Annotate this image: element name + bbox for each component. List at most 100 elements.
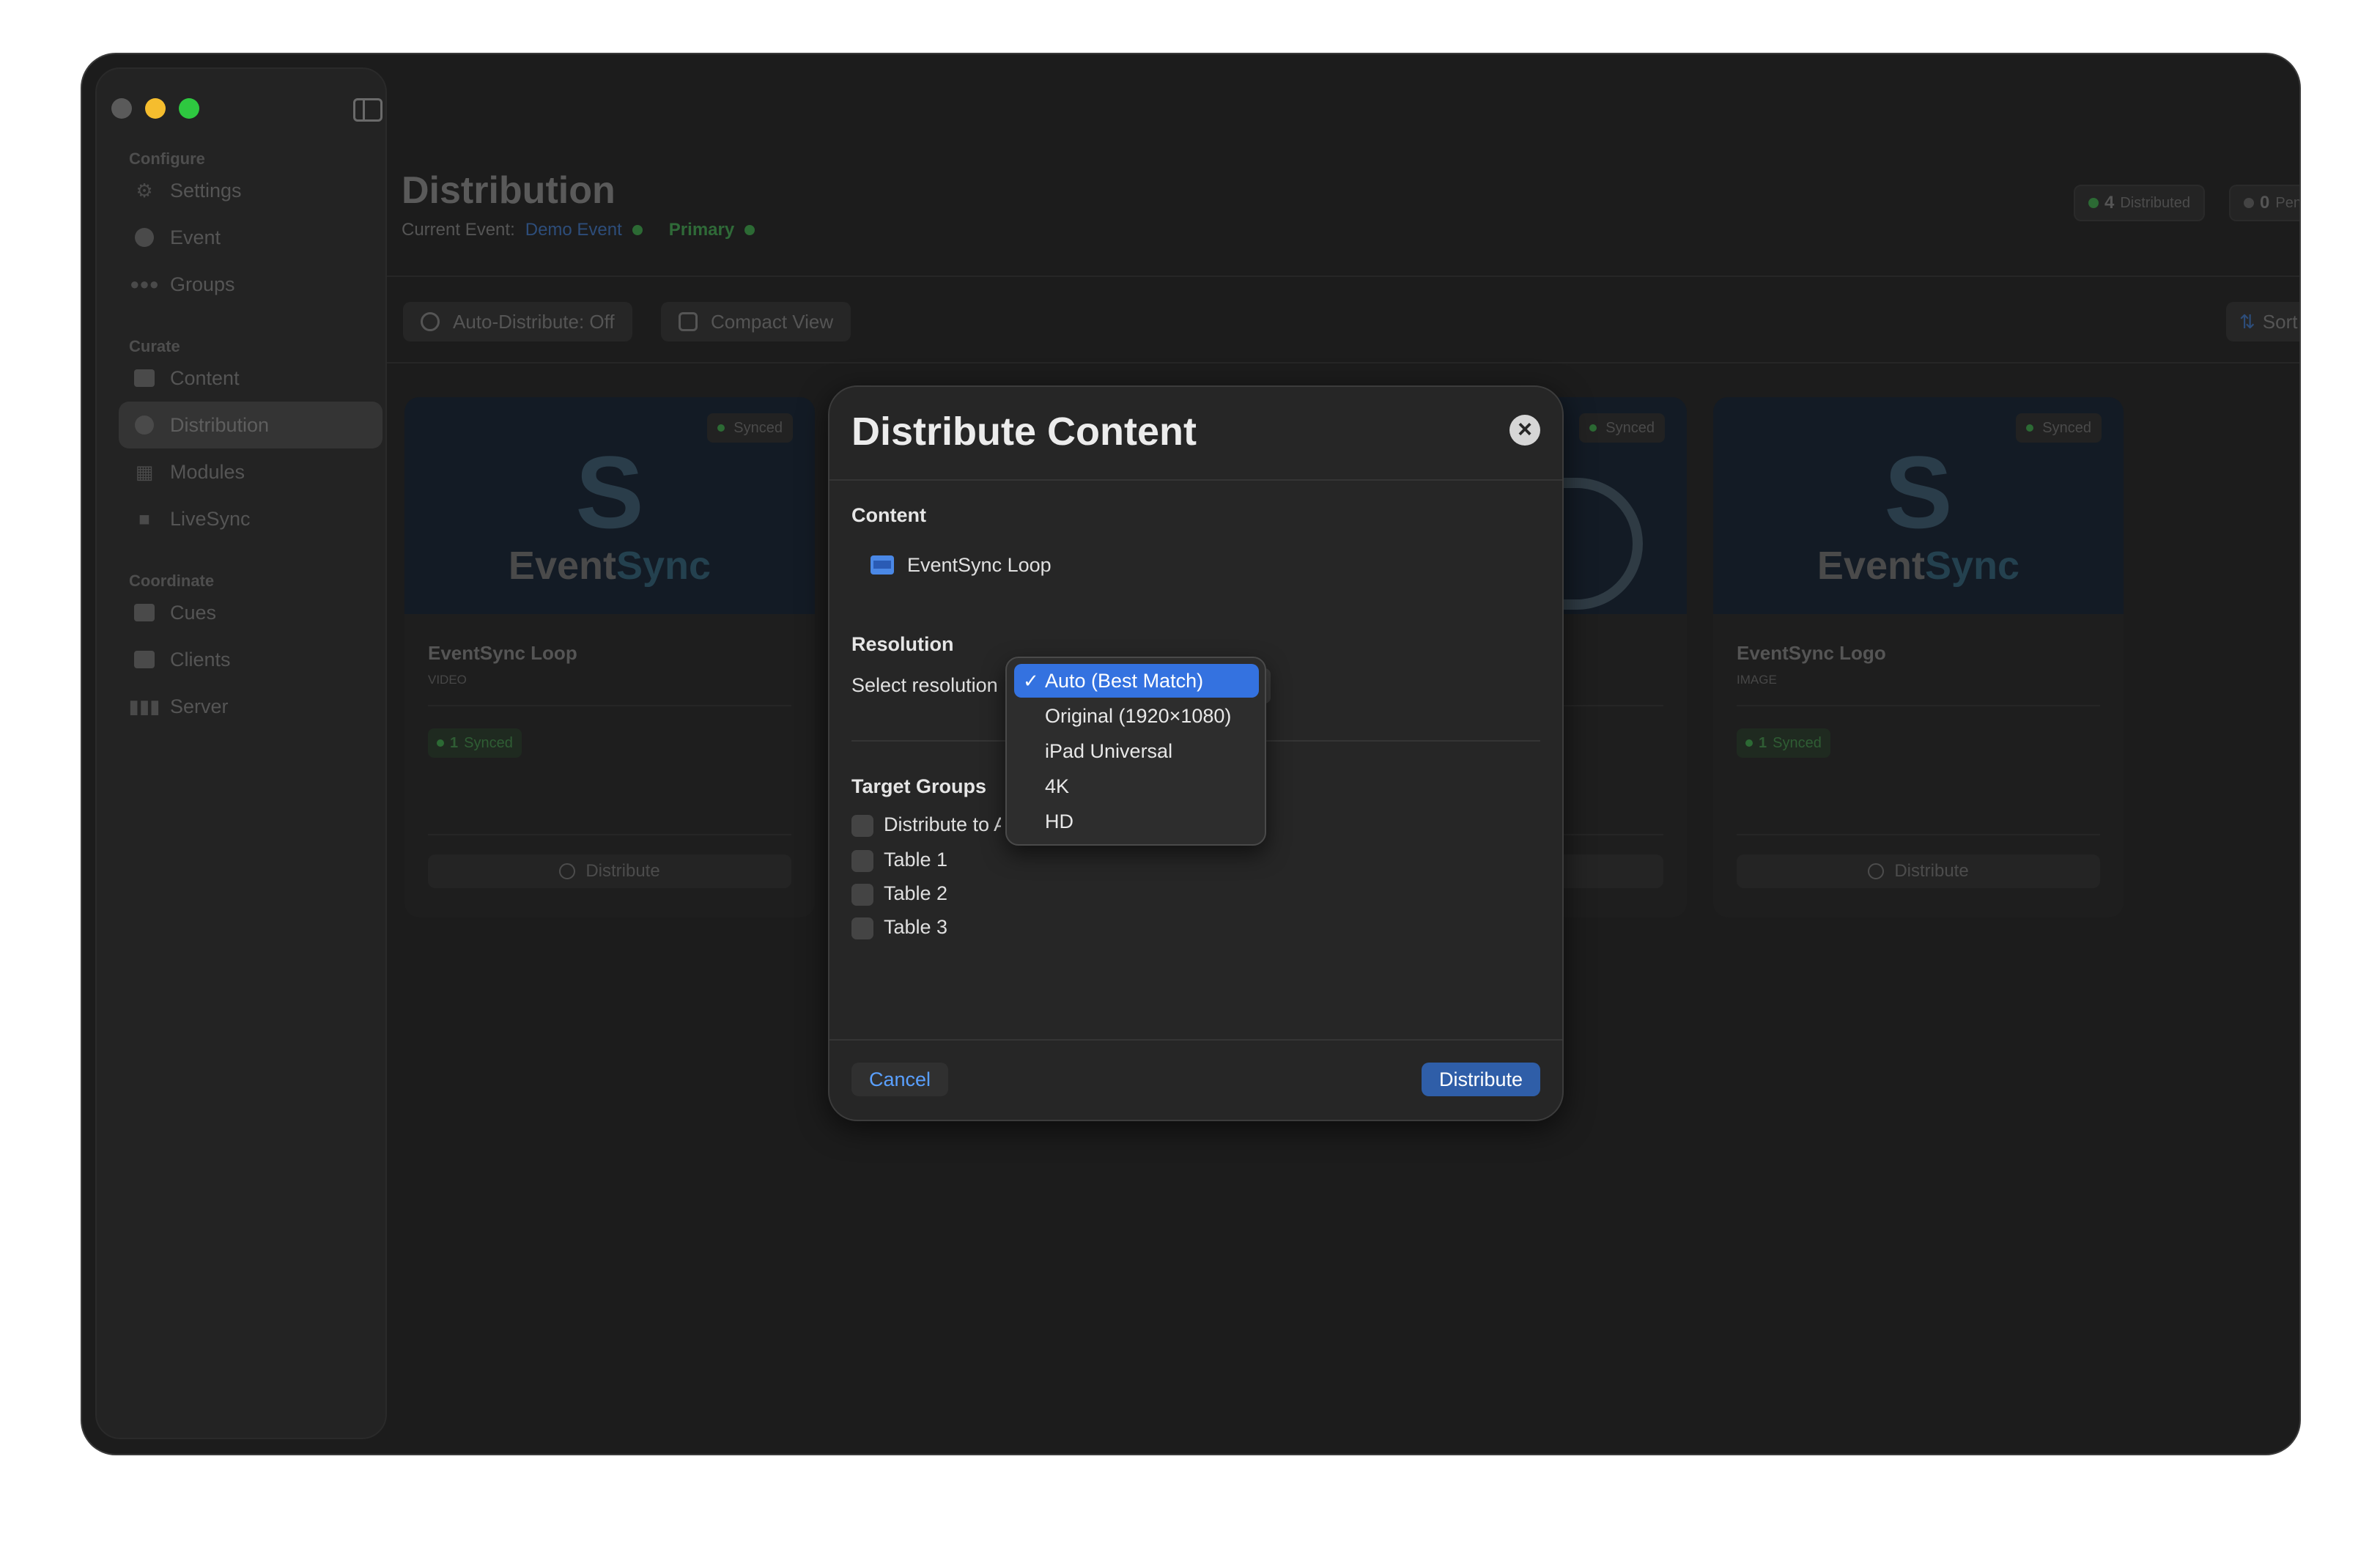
- content-card: S EventSync Synced EventSync Loop VIDEO …: [404, 397, 815, 917]
- sort-arrows-icon: ⇅: [2239, 310, 2255, 333]
- sidebar-item-event[interactable]: Event: [119, 214, 382, 261]
- content-item-name: EventSync Loop: [907, 554, 1052, 576]
- circle-icon: [421, 312, 440, 331]
- card-divider: [428, 834, 791, 835]
- distribute-to-all-checkbox[interactable]: [851, 815, 873, 837]
- card-title: EventSync Logo: [1737, 642, 1886, 664]
- content-card: S EventSync Synced EventSync Logo IMAGE …: [1713, 397, 2124, 917]
- sidebar-item-content[interactable]: Content: [119, 355, 382, 402]
- table-2-checkbox[interactable]: [851, 884, 873, 906]
- resolution-option-auto[interactable]: ✓ Auto (Best Match): [1014, 664, 1259, 698]
- sidebar-item-groups[interactable]: ●●● Groups: [119, 261, 382, 308]
- primary-status-dot: [744, 225, 755, 235]
- resolution-dropdown: ✓ Auto (Best Match) Original (1920×1080) …: [1005, 657, 1266, 846]
- checkmark-icon: ✓: [1023, 669, 1039, 692]
- compact-view-icon: [679, 312, 698, 331]
- content-label: Content: [851, 504, 926, 526]
- sidebar-item-label: Settings: [170, 179, 242, 202]
- auto-distribute-toggle[interactable]: Auto-Distribute: Off: [403, 302, 632, 341]
- target-groups-label: Target Groups: [851, 775, 987, 797]
- gear-icon: ⚙: [136, 179, 153, 202]
- sidebar-item-label: Groups: [170, 273, 235, 295]
- card-type: VIDEO: [428, 673, 467, 687]
- resolution-label: Resolution: [851, 633, 954, 655]
- sidebar-item-label: Modules: [170, 460, 245, 483]
- sidebar-item-distribution[interactable]: Distribution: [119, 402, 382, 448]
- distributed-badge: 4 Distributed: [2074, 185, 2205, 221]
- sidebar-item-livesync[interactable]: ■ LiveSync: [119, 495, 382, 542]
- clients-icon: [132, 647, 157, 672]
- sidebar-item-clients[interactable]: Clients: [119, 636, 382, 683]
- download-icon: [559, 863, 576, 879]
- sidebar-item-modules[interactable]: ▦ Modules: [119, 448, 382, 495]
- card-thumbnail: S EventSync Synced: [404, 397, 815, 614]
- toolbar-divider: [387, 362, 2299, 363]
- modal-header-divider: [829, 479, 1562, 481]
- sidebar-item-server[interactable]: ▮▮▮ Server: [119, 683, 382, 730]
- event-name-link[interactable]: Demo Event: [525, 220, 622, 240]
- modules-icon: ▦: [135, 460, 154, 483]
- pending-label: Pending: [2275, 194, 2299, 211]
- close-window-button[interactable]: [111, 98, 132, 119]
- cancel-button[interactable]: Cancel: [851, 1063, 949, 1096]
- sidebar-item-label: Clients: [170, 648, 231, 671]
- sidebar-item-label: Server: [170, 695, 229, 717]
- page-title: Distribution: [402, 169, 616, 212]
- sidebar-item-label: LiveSync: [170, 507, 251, 530]
- resolution-option-hd[interactable]: HD: [1014, 805, 1259, 838]
- modal-footer-divider: [829, 1039, 1562, 1041]
- minimize-window-button[interactable]: [145, 98, 166, 119]
- table-1-checkbox[interactable]: [851, 850, 873, 872]
- sidebar-item-label: Content: [170, 366, 240, 389]
- resolution-option-original[interactable]: Original (1920×1080): [1014, 699, 1259, 733]
- table-1-label: Table 1: [884, 849, 948, 871]
- synced-badge: Synced: [707, 413, 793, 443]
- distribute-button[interactable]: Distribute: [1421, 1063, 1540, 1096]
- sidebar-item-label: Event: [170, 226, 221, 248]
- card-type: IMAGE: [1737, 673, 1777, 687]
- synced-count-badge: 1 Synced: [428, 728, 522, 758]
- sort-label: Sort: [2262, 310, 2298, 333]
- distributed-count: 4: [2104, 193, 2115, 213]
- groups-icon: ●●●: [130, 275, 159, 293]
- card-divider: [1737, 834, 2100, 835]
- download-icon: [1868, 863, 1885, 879]
- camera-icon: ■: [138, 507, 150, 530]
- eventsync-logo: [1555, 478, 1643, 610]
- distribution-icon: [132, 413, 157, 437]
- header-divider: [387, 276, 2299, 277]
- sidebar-item-cues[interactable]: Cues: [119, 589, 382, 636]
- current-event: Current Event: Demo Event Primary: [402, 220, 755, 240]
- select-resolution-label: Select resolution: [851, 674, 998, 696]
- distributed-dot: [2088, 198, 2099, 208]
- current-event-label: Current Event:: [402, 220, 515, 240]
- server-icon: ▮▮▮: [128, 695, 160, 717]
- eventsync-logo: S EventSync: [508, 435, 712, 588]
- synced-badge: Synced: [1579, 413, 1665, 443]
- sidebar-section-configure: Configure: [129, 149, 205, 168]
- card-distribute-button[interactable]: Distribute: [428, 854, 791, 888]
- content-icon: [132, 366, 157, 391]
- card-title: EventSync Loop: [428, 642, 577, 664]
- card-thumbnail: S EventSync Synced: [1713, 397, 2124, 614]
- modal-title: Distribute Content: [851, 410, 1197, 454]
- resolution-option-ipad[interactable]: iPad Universal: [1014, 734, 1259, 768]
- table-3-checkbox[interactable]: [851, 917, 873, 939]
- card-divider: [428, 705, 791, 706]
- resolution-option-4k[interactable]: 4K: [1014, 769, 1259, 803]
- event-icon: [132, 225, 157, 250]
- sidebar-item-settings[interactable]: ⚙ Settings: [119, 167, 382, 214]
- auto-distribute-label: Auto-Distribute: Off: [453, 310, 615, 333]
- card-divider: [1737, 705, 2100, 706]
- film-icon: [871, 555, 894, 575]
- pending-count: 0: [2260, 193, 2270, 213]
- distributed-label: Distributed: [2120, 194, 2190, 211]
- sort-button[interactable]: ⇅ Sort ⌄: [2226, 302, 2299, 341]
- card-distribute-button[interactable]: Distribute: [1737, 854, 2100, 888]
- sidebar: Configure ⚙ Settings Event ●●● Groups Cu…: [95, 67, 387, 1439]
- close-icon[interactable]: ×: [1509, 415, 1540, 446]
- sidebar-toggle-icon[interactable]: [353, 98, 382, 122]
- sidebar-section-curate: Curate: [129, 337, 180, 355]
- compact-view-button[interactable]: Compact View: [661, 302, 851, 341]
- zoom-window-button[interactable]: [179, 98, 199, 119]
